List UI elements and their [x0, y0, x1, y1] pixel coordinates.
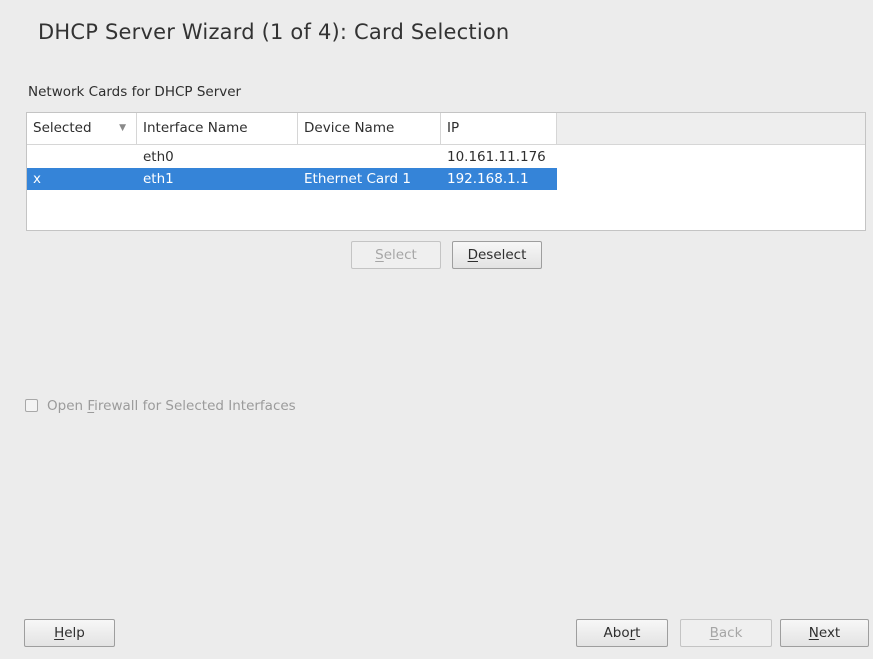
abort-button-label-rest: t — [635, 625, 641, 641]
column-header-device-name[interactable]: Device Name — [298, 113, 441, 144]
cell-selected: x — [27, 168, 137, 190]
abort-button-label-pre: Abo — [603, 625, 630, 641]
cell-ip: 10.161.11.176 — [447, 149, 546, 165]
select-button[interactable]: Select — [351, 241, 441, 269]
help-button-mnemonic: H — [54, 625, 65, 641]
back-button[interactable]: Back — [680, 619, 772, 647]
next-button[interactable]: Next — [780, 619, 869, 647]
cell-device-name: Ethernet Card 1 — [298, 168, 441, 190]
sort-down-icon: ▼ — [119, 123, 126, 133]
abort-button[interactable]: Abort — [576, 619, 668, 647]
deselect-button-label: eselect — [477, 247, 527, 263]
cell-interface-name: eth1 — [137, 168, 298, 190]
deselect-button-mnemonic: D — [467, 247, 478, 263]
table-header: Selected ▼ Interface Name Device Name IP — [27, 113, 865, 145]
help-button[interactable]: Help — [24, 619, 115, 647]
open-firewall-label: Open Firewall for Selected Interfaces — [47, 397, 296, 415]
cell-ip: 192.168.1.1 — [441, 168, 557, 190]
open-firewall-label-rest: irewall for Selected Interfaces — [94, 398, 296, 414]
back-button-label: ack — [718, 625, 743, 641]
network-cards-table[interactable]: Selected ▼ Interface Name Device Name IP… — [26, 112, 866, 231]
next-button-label: ext — [818, 625, 841, 641]
open-firewall-checkbox[interactable] — [25, 399, 38, 412]
cell-device-name — [298, 146, 441, 168]
select-button-label: elect — [383, 247, 417, 263]
open-firewall-label-pre: Open — [47, 398, 88, 414]
help-button-label: elp — [64, 625, 85, 641]
column-header-filler — [557, 113, 865, 144]
wizard-title: DHCP Server Wizard (1 of 4): Card Select… — [38, 20, 510, 44]
network-cards-label: Network Cards for DHCP Server — [28, 84, 242, 100]
column-header-interface-name[interactable]: Interface Name — [137, 113, 298, 144]
select-button-mnemonic: S — [375, 247, 384, 263]
cell-selected — [27, 146, 137, 168]
column-header-selected-label: Selected — [33, 120, 92, 136]
back-button-mnemonic: B — [709, 625, 719, 641]
cell-interface-name: eth0 — [143, 149, 174, 165]
deselect-button[interactable]: Deselect — [452, 241, 542, 269]
column-header-selected[interactable]: Selected ▼ — [27, 113, 137, 144]
column-header-ip[interactable]: IP — [441, 113, 557, 144]
next-button-mnemonic: N — [808, 625, 819, 641]
